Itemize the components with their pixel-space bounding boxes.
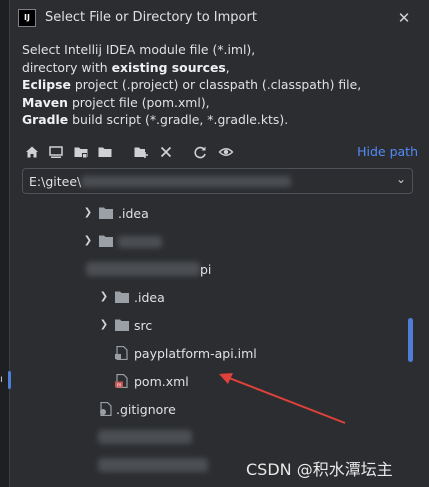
tree-item-label: src — [134, 318, 153, 333]
description-line-2-end: , — [225, 59, 230, 75]
tree-item-idea[interactable]: ❯ .idea — [22, 200, 413, 226]
tree-item-api-module[interactable]: pi — [22, 256, 413, 282]
tree-item-label: .gitignore — [116, 402, 176, 417]
description-line-4: project file (pom.xml), — [68, 94, 210, 110]
description-line-2: directory with — [22, 59, 112, 75]
path-combobox[interactable]: ⌄ — [22, 168, 413, 194]
svg-text:m: m — [117, 383, 122, 389]
chevron-right-icon[interactable]: ❯ — [82, 206, 94, 220]
selection-indicator — [8, 371, 11, 389]
tree-item-label: pi — [200, 262, 212, 277]
import-dialog: IJ Select File or Directory to Import ✕ … — [9, 0, 429, 487]
chevron-right-icon[interactable]: ❯ — [82, 234, 94, 248]
show-hidden-icon[interactable] — [216, 142, 236, 162]
project-folder-icon[interactable] — [71, 142, 91, 162]
iml-file-icon — [115, 346, 128, 360]
gradle-text: Gradle — [22, 112, 69, 128]
tree-item-label: .idea — [134, 290, 165, 305]
tree-item-src[interactable]: ❯ src — [22, 312, 413, 338]
folder-icon — [99, 207, 113, 219]
redacted-label — [98, 430, 192, 444]
tree-item-iml[interactable]: payplatform-api.iml — [22, 340, 413, 366]
eclipse-text: Eclipse — [22, 77, 71, 93]
tree-item-label: payplatform-api.iml — [134, 346, 257, 361]
existing-sources-text: existing sources — [111, 59, 226, 75]
chevron-right-icon[interactable]: ❯ — [98, 290, 110, 304]
intellij-app-icon: IJ — [18, 9, 36, 27]
file-tree[interactable]: ❯ .idea ❯ pi ❯ .idea ❯ src payplatform-a… — [22, 198, 429, 487]
redacted-label — [98, 458, 208, 472]
desktop-icon[interactable] — [46, 142, 66, 162]
redacted-label — [86, 262, 200, 276]
description-line-3: project (.project) or classpath (.classp… — [70, 77, 362, 93]
ide-background-strip: ı — [0, 0, 9, 487]
hide-path-link[interactable]: Hide path — [357, 144, 418, 159]
csdn-watermark: CSDN @积水潭坛主 — [246, 460, 393, 479]
dialog-description: Select Intellij IDEA module file (*.iml)… — [22, 41, 361, 129]
tree-item-pom-xml[interactable]: m pom.xml — [22, 368, 413, 394]
folder-icon — [115, 291, 129, 303]
tree-item-redacted[interactable] — [22, 424, 413, 450]
tree-item-module-idea[interactable]: ❯ .idea — [22, 284, 413, 310]
delete-icon[interactable] — [156, 142, 176, 162]
close-icon[interactable]: ✕ — [395, 9, 413, 27]
tree-item-label: .idea — [118, 206, 149, 221]
tree-scrollbar[interactable] — [408, 318, 413, 362]
maven-file-icon: m — [115, 374, 128, 389]
redacted-path — [81, 176, 291, 187]
background-marker: ı — [0, 374, 3, 385]
home-icon[interactable] — [22, 142, 42, 162]
description-line-1: Select Intellij IDEA module file (*.iml)… — [22, 42, 256, 57]
redacted-label — [118, 236, 162, 248]
folder-icon — [99, 235, 113, 247]
tree-item-redacted[interactable]: ❯ — [22, 228, 413, 254]
folder-icon — [115, 319, 129, 331]
new-folder-icon[interactable] — [131, 142, 151, 162]
module-folder-icon[interactable] — [95, 142, 115, 162]
dialog-title: Select File or Directory to Import — [45, 10, 257, 25]
refresh-icon[interactable] — [190, 142, 210, 162]
title-bar: IJ Select File or Directory to Import ✕ — [10, 0, 429, 36]
ignore-file-icon — [100, 402, 112, 416]
tree-item-label: pom.xml — [134, 374, 189, 389]
chevron-down-icon[interactable]: ⌄ — [396, 172, 406, 186]
chevron-right-icon[interactable]: ❯ — [98, 318, 110, 332]
description-line-5: build script (*.gradle, *.gradle.kts). — [68, 112, 289, 128]
tree-item-gitignore[interactable]: .gitignore — [22, 396, 413, 422]
maven-text: Maven — [22, 94, 68, 110]
